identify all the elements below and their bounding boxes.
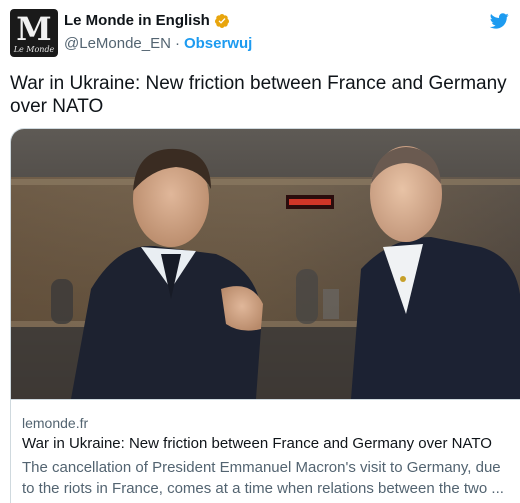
twitter-bird-icon[interactable] xyxy=(488,11,510,31)
separator-dot: · xyxy=(174,35,180,52)
account-handle[interactable]: @LeMonde_EN xyxy=(64,35,171,52)
card-title[interactable]: War in Ukraine: New friction between Fra… xyxy=(22,434,520,453)
account-name[interactable]: Le Monde in English xyxy=(64,12,210,29)
card-description: The cancellation of President Emmanuel M… xyxy=(22,459,504,497)
avatar[interactable]: M Le Monde xyxy=(10,9,58,57)
verified-badge-icon xyxy=(214,13,230,29)
avatar-wordmark: Le Monde xyxy=(13,45,55,54)
card-meta: lemonde.fr War in Ukraine: New friction … xyxy=(11,399,520,503)
article-photo[interactable] xyxy=(11,129,520,399)
avatar-letter: M xyxy=(16,10,52,48)
link-preview-card[interactable]: lemonde.fr War in Ukraine: New friction … xyxy=(10,128,520,503)
card-domain[interactable]: lemonde.fr xyxy=(22,414,520,432)
follow-button[interactable]: Obserwuj xyxy=(184,35,252,52)
tweet-header: M Le Monde Le Monde in English @LeMonde_… xyxy=(10,9,510,57)
handle-row: @LeMonde_EN · Obserwuj xyxy=(64,35,252,52)
tweet-text: War in Ukraine: New friction between Fra… xyxy=(10,73,507,117)
account-name-row: Le Monde in English xyxy=(64,12,230,29)
